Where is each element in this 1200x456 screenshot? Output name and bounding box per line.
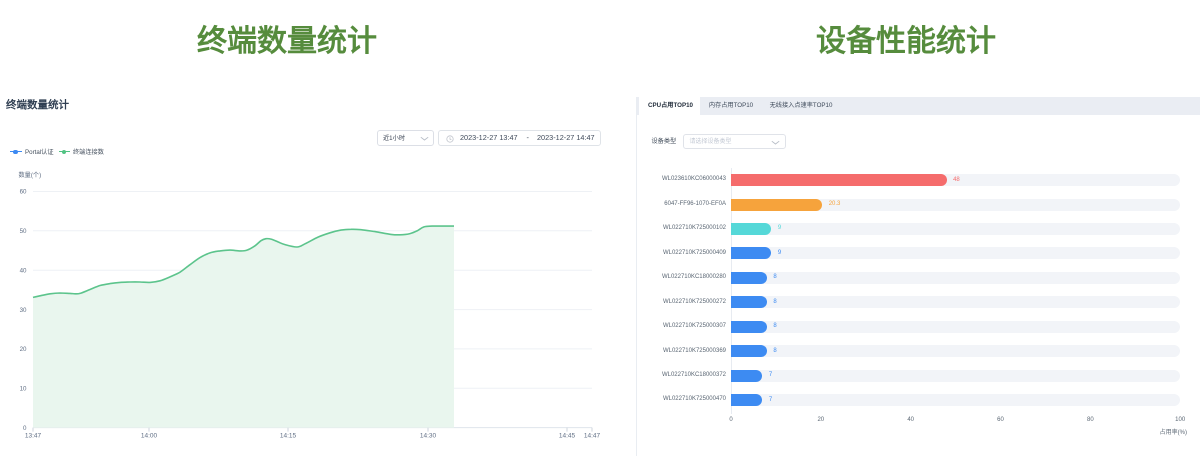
svg-text:50: 50 <box>20 228 27 235</box>
svg-text:14:30: 14:30 <box>420 432 437 439</box>
svg-text:14:47: 14:47 <box>584 432 601 439</box>
svg-text:0: 0 <box>23 425 27 432</box>
svg-text:30: 30 <box>20 307 27 314</box>
svg-text:20: 20 <box>20 346 27 353</box>
svg-text:14:45: 14:45 <box>559 432 576 439</box>
svg-text:13:47: 13:47 <box>25 432 42 439</box>
svg-text:14:00: 14:00 <box>141 432 158 439</box>
svg-text:40: 40 <box>20 267 27 274</box>
svg-text:10: 10 <box>20 385 27 392</box>
svg-text:14:15: 14:15 <box>280 432 297 439</box>
svg-text:60: 60 <box>20 189 27 196</box>
